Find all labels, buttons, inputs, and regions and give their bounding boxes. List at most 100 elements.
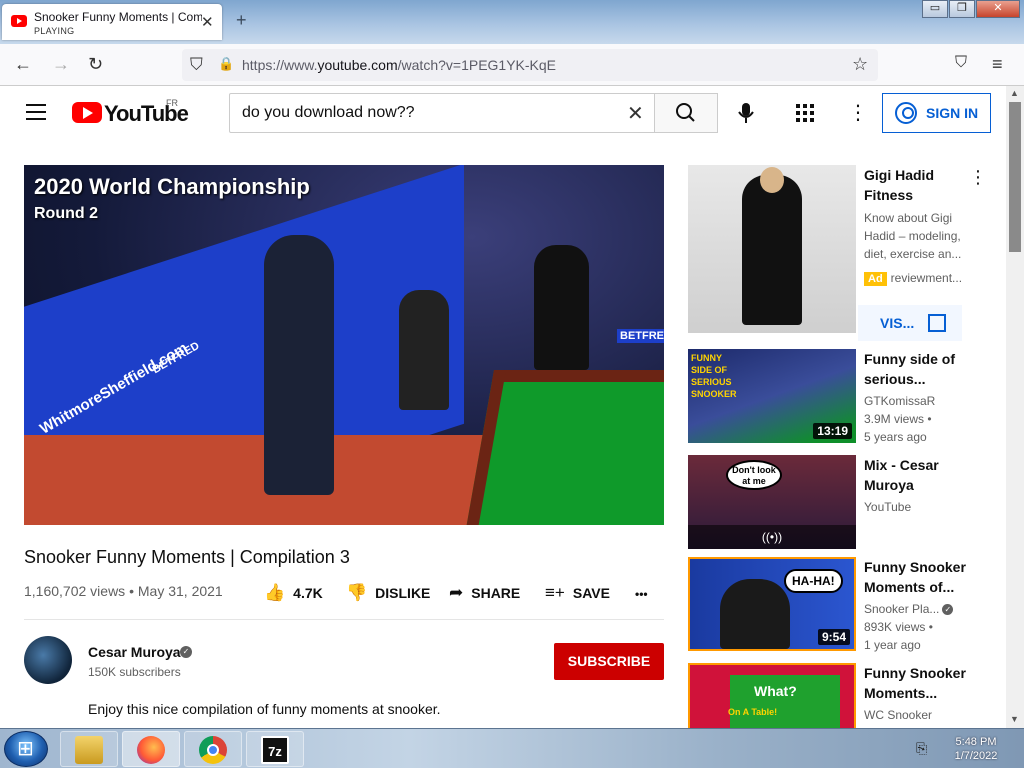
thumbs-down-icon: 👎: [346, 583, 368, 602]
page-scrollbar[interactable]: ▲ ▼: [1006, 86, 1024, 728]
youtube-logo-icon[interactable]: [72, 102, 102, 123]
back-icon[interactable]: ←: [14, 54, 32, 75]
browser-menu-icon[interactable]: ≡: [992, 54, 1003, 75]
video-age: 1 year ago: [864, 638, 921, 652]
video-player[interactable]: WhitmoreSheffield.com BETFRED BETFRE 202…: [24, 165, 664, 525]
lock-icon[interactable]: 🔒: [218, 56, 234, 72]
sidebar-video-item[interactable]: FUNNY SIDE OF SERIOUS SNOOKER 13:19 Funn…: [688, 349, 998, 444]
ad-model-head: [760, 167, 784, 193]
browser-navbar: ← → ↻ ⛉ 🔒 https://www.youtube.com/watch?…: [0, 44, 1024, 86]
ad-thumbnail[interactable]: [688, 165, 856, 333]
network-icon[interactable]: ⎘: [916, 740, 927, 757]
thumbnail-text: FUNNY SIDE OF SERIOUS SNOOKER: [691, 353, 737, 399]
external-link-icon: [928, 314, 946, 332]
scroll-down-icon[interactable]: ▼: [1010, 714, 1019, 724]
mix-title[interactable]: Mix - Cesar Muroya: [864, 455, 974, 495]
share-button[interactable]: ➦ SHARE: [449, 583, 520, 603]
subscribe-button[interactable]: SUBSCRIBE: [554, 643, 664, 680]
close-window-button[interactable]: ✕: [976, 0, 1020, 18]
taskbar-chrome-button[interactable]: [184, 731, 242, 767]
tab-title: Snooker Funny Moments | Compilation 3: [34, 10, 202, 24]
share-icon: ➦: [449, 583, 464, 602]
video-overlay-subtitle: Round 2: [34, 205, 98, 222]
new-tab-button[interactable]: +: [236, 10, 247, 31]
save-button[interactable]: ≡+ SAVE: [545, 583, 610, 603]
like-button[interactable]: 👍 4.7K: [264, 583, 323, 603]
sign-in-label: SIGN IN: [926, 105, 979, 121]
search-input[interactable]: [230, 94, 610, 132]
url-text[interactable]: https://www.youtube.com/watch?v=1PEG1YK-…: [242, 57, 556, 73]
maximize-button[interactable]: ❐: [949, 0, 975, 18]
ad-title[interactable]: Gigi Hadid Fitness: [864, 165, 974, 205]
scroll-up-icon[interactable]: ▲: [1010, 88, 1019, 98]
pocket-icon[interactable]: ⛉: [955, 54, 967, 72]
subscriber-count: 150K subscribers: [88, 665, 181, 679]
thumbnail-text: What?: [754, 683, 797, 699]
sign-in-button[interactable]: SIGN IN: [882, 93, 991, 133]
referee-figure: [534, 245, 589, 370]
video-channel[interactable]: GTKomissaR: [864, 394, 935, 408]
microphone-icon[interactable]: [738, 102, 754, 130]
sidebar-mix-item[interactable]: Don't look at me ((•)) Mix - Cesar Muroy…: [688, 455, 998, 549]
video-title-link[interactable]: Funny side of serious...: [864, 349, 974, 389]
windows-taskbar: 7z ⎘ 5:48 PM 1/7/2022: [0, 728, 1024, 768]
seated-player-figure: [399, 290, 449, 410]
visit-advertiser-button[interactable]: VIS...: [858, 305, 962, 341]
taskbar-firefox-button[interactable]: [122, 731, 180, 767]
video-thumbnail[interactable]: What? On A Table!: [688, 663, 856, 728]
forward-icon[interactable]: →: [52, 54, 70, 75]
apps-grid-icon[interactable]: [796, 104, 814, 128]
video-title-link[interactable]: Funny Snooker Moments of...: [864, 557, 974, 597]
folder-icon: [75, 736, 103, 764]
video-age: 5 years ago: [864, 430, 927, 444]
more-actions-button[interactable]: •••: [635, 587, 648, 601]
video-views: 3.9M views •: [864, 412, 932, 426]
video-thumbnail[interactable]: FUNNY SIDE OF SERIOUS SNOOKER 13:19: [688, 349, 856, 443]
thumbnail-text-secondary: On A Table!: [728, 707, 778, 717]
browser-tab[interactable]: Snooker Funny Moments | Compilation 3 PL…: [2, 4, 222, 40]
video-duration: 9:54: [817, 629, 850, 645]
view-count: 1,160,702 views: [24, 583, 126, 599]
banner-betfred-right: BETFRE: [617, 329, 664, 343]
sidebar-video-item[interactable]: What? On A Table! Funny Snooker Moments.…: [688, 663, 998, 728]
taskbar-7zip-button[interactable]: 7z: [246, 731, 304, 767]
address-bar[interactable]: ⛉ 🔒 https://www.youtube.com/watch?v=1PEG…: [182, 49, 878, 81]
taskbar-explorer-button[interactable]: [60, 731, 118, 767]
clock-date: 1/7/2022: [954, 750, 998, 762]
tab-status: PLAYING: [34, 26, 75, 36]
sidebar-ad[interactable]: Gigi Hadid Fitness ⋮ Know about Gigi Had…: [688, 165, 998, 345]
system-clock[interactable]: 5:48 PM 1/7/2022: [946, 735, 1006, 763]
channel-avatar[interactable]: [24, 636, 72, 684]
share-label: SHARE: [471, 585, 521, 601]
clear-search-icon[interactable]: ✕: [627, 101, 644, 126]
ad-menu-icon[interactable]: ⋮: [969, 167, 987, 188]
ad-source: reviewment...: [890, 271, 963, 285]
video-title-link[interactable]: Funny Snooker Moments...: [864, 663, 974, 703]
reload-icon[interactable]: ↻: [88, 54, 103, 75]
tab-close-icon[interactable]: ✕: [201, 13, 214, 31]
upload-date: May 31, 2021: [137, 583, 223, 599]
country-code: FR: [166, 98, 178, 108]
search-box: ✕: [229, 93, 655, 133]
playlist-add-icon: ≡+: [545, 583, 565, 602]
tracking-shield-icon[interactable]: ⛉: [190, 55, 203, 75]
bookmark-star-icon[interactable]: ☆: [852, 54, 868, 75]
sidebar-video-item[interactable]: HA-HA! 9:54 Funny Snooker Moments of... …: [688, 557, 998, 652]
verified-check-icon: ✓: [942, 604, 954, 616]
thumbnail-speech-bubble: Don't look at me: [726, 460, 782, 490]
video-channel[interactable]: WC Snooker: [864, 708, 932, 722]
minimize-button[interactable]: ▭: [922, 0, 948, 18]
channel-name[interactable]: Cesar Muroya: [88, 644, 181, 660]
youtube-favicon-icon: [11, 15, 27, 27]
scrollbar-thumb[interactable]: [1009, 102, 1021, 252]
more-options-icon[interactable]: ⋮: [848, 100, 868, 125]
hamburger-menu-icon[interactable]: [26, 104, 46, 120]
mix-thumbnail[interactable]: Don't look at me ((•)): [688, 455, 856, 549]
video-thumbnail[interactable]: HA-HA! 9:54: [688, 557, 856, 651]
dislike-button[interactable]: 👎 DISLIKE: [346, 583, 430, 603]
start-button[interactable]: [4, 731, 48, 767]
snooker-table: [464, 370, 664, 525]
search-button[interactable]: [654, 93, 718, 133]
video-channel[interactable]: Snooker Pla... ✓: [864, 602, 954, 616]
mix-radio-icon: ((•)): [688, 525, 856, 549]
